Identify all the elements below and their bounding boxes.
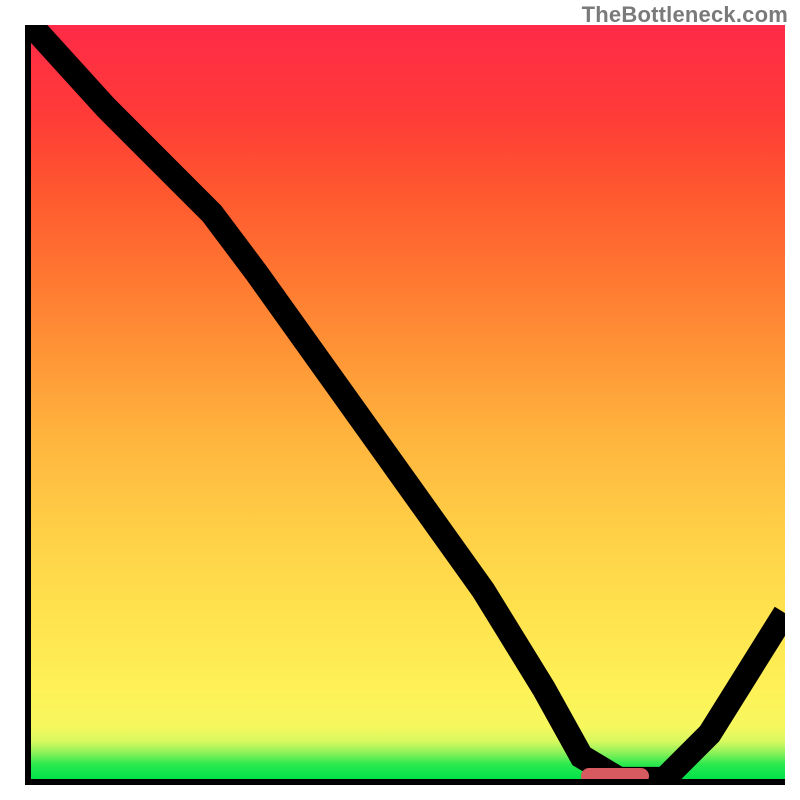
chart-root: TheBottleneck.com [0, 0, 800, 800]
plot-area [25, 25, 785, 785]
bottleneck-curve [31, 25, 785, 779]
optimal-zone-marker [581, 768, 649, 784]
